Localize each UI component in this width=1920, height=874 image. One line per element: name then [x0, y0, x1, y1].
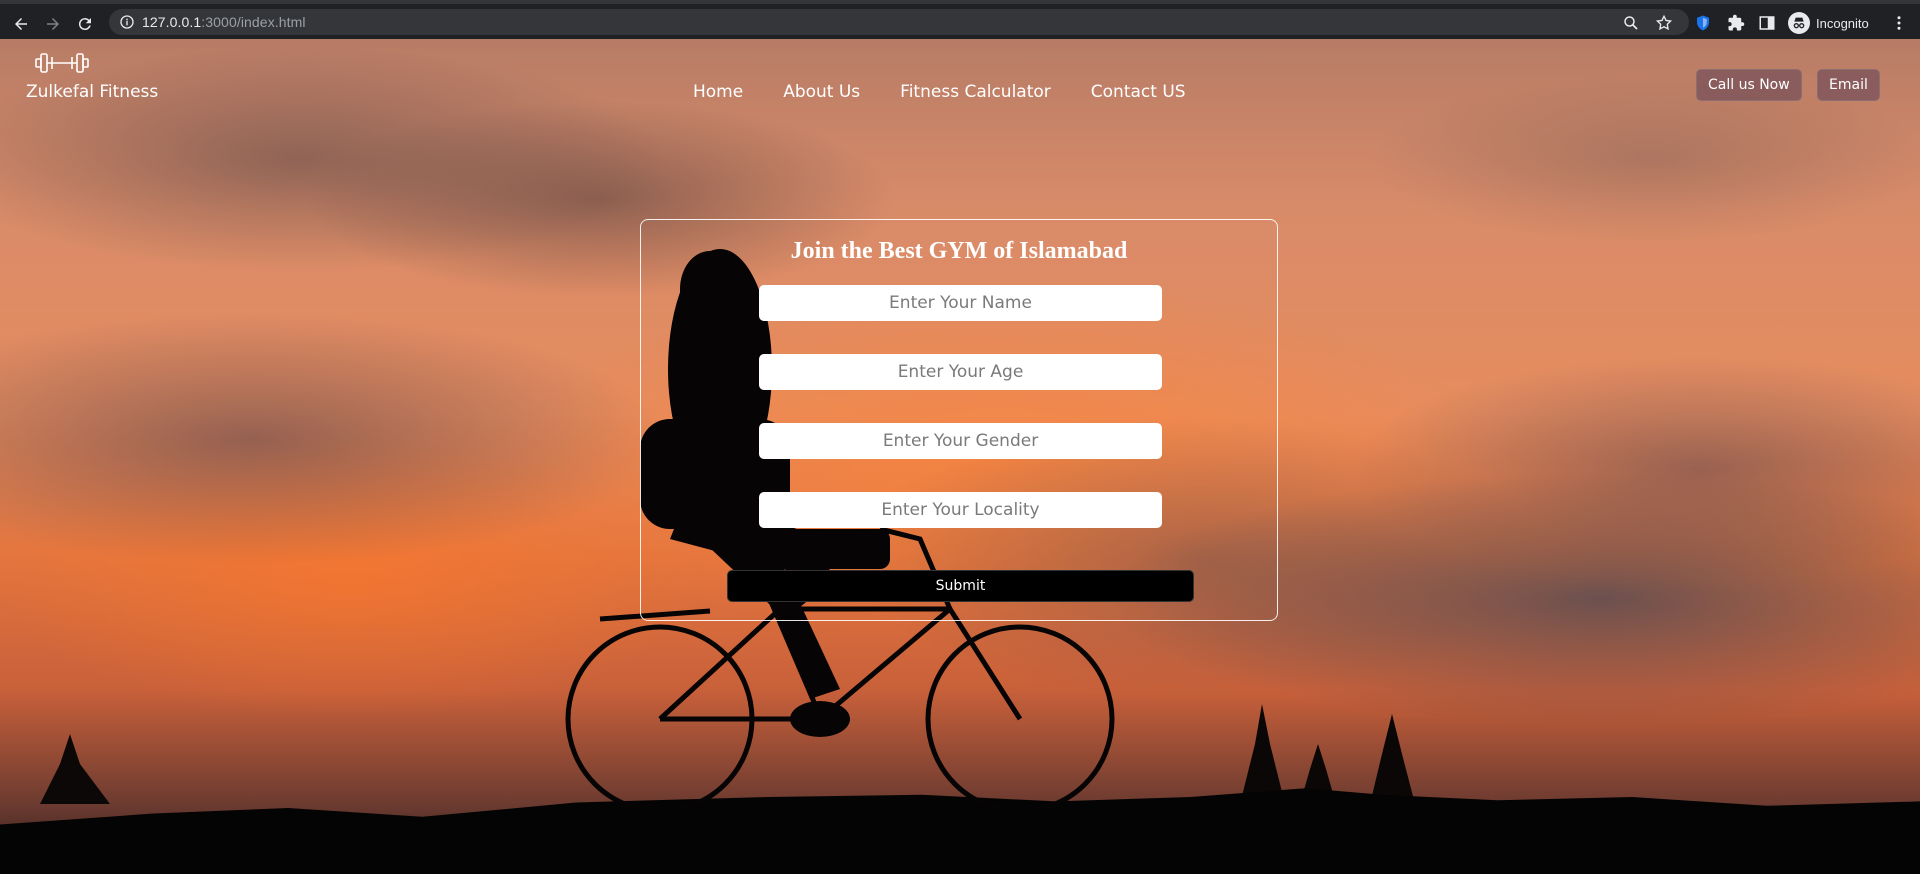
- dumbbell-icon: [35, 53, 89, 73]
- extensions-puzzle-icon[interactable]: [1727, 14, 1745, 32]
- nav-link-home[interactable]: Home: [693, 82, 743, 102]
- gender-placeholder: Enter Your Gender: [882, 431, 1039, 451]
- nav-link-fitness-calculator[interactable]: Fitness Calculator: [900, 82, 1051, 102]
- email-button[interactable]: Email: [1817, 69, 1880, 101]
- address-bar[interactable]: 127.0.0.1:3000/index.html: [109, 9, 1689, 35]
- hero-section: Zulkefal Fitness Home About Us Fitness C…: [0, 39, 1920, 874]
- form-title: Join the Best GYM of Islamabad: [790, 238, 1128, 264]
- forward-arrow-icon: [47, 18, 59, 30]
- join-form-card: Join the Best GYM of Islamabad Enter You…: [640, 219, 1278, 621]
- name-input[interactable]: Enter Your Name: [759, 285, 1162, 321]
- url-text: 127.0.0.1:3000/index.html: [142, 14, 306, 30]
- call-us-button[interactable]: Call us Now: [1696, 69, 1802, 101]
- reload-button[interactable]: [71, 10, 99, 38]
- profile-label: Incognito: [1816, 15, 1869, 31]
- locality-placeholder: Enter Your Locality: [881, 500, 1040, 520]
- bookmark-star-icon[interactable]: [1655, 14, 1673, 32]
- back-button[interactable]: [7, 10, 35, 38]
- nav-link-contact-us[interactable]: Contact US: [1091, 82, 1186, 102]
- browser-toolbar: 127.0.0.1:3000/index.html Incognito: [0, 0, 1920, 39]
- age-placeholder: Enter Your Age: [897, 362, 1024, 382]
- submit-button[interactable]: Submit: [727, 570, 1194, 602]
- brand-name: Zulkefal Fitness: [26, 82, 159, 102]
- shield-extension-icon[interactable]: [1694, 14, 1712, 32]
- incognito-icon: [1788, 12, 1810, 34]
- zoom-icon[interactable]: [1622, 14, 1640, 32]
- incognito-profile[interactable]: Incognito: [1788, 11, 1869, 35]
- side-panel-icon[interactable]: [1758, 14, 1776, 32]
- name-placeholder: Enter Your Name: [889, 293, 1032, 313]
- reload-icon: [78, 18, 91, 31]
- back-arrow-icon: [15, 18, 27, 30]
- locality-input[interactable]: Enter Your Locality: [759, 492, 1162, 528]
- forward-button[interactable]: [39, 10, 67, 38]
- site-info-icon[interactable]: [119, 14, 135, 30]
- browser-menu-icon[interactable]: [1890, 14, 1908, 32]
- nav-link-about-us[interactable]: About Us: [783, 82, 860, 102]
- age-input[interactable]: Enter Your Age: [759, 354, 1162, 390]
- gender-input[interactable]: Enter Your Gender: [759, 423, 1162, 459]
- main-nav: Home About Us Fitness Calculator Contact…: [693, 82, 1186, 102]
